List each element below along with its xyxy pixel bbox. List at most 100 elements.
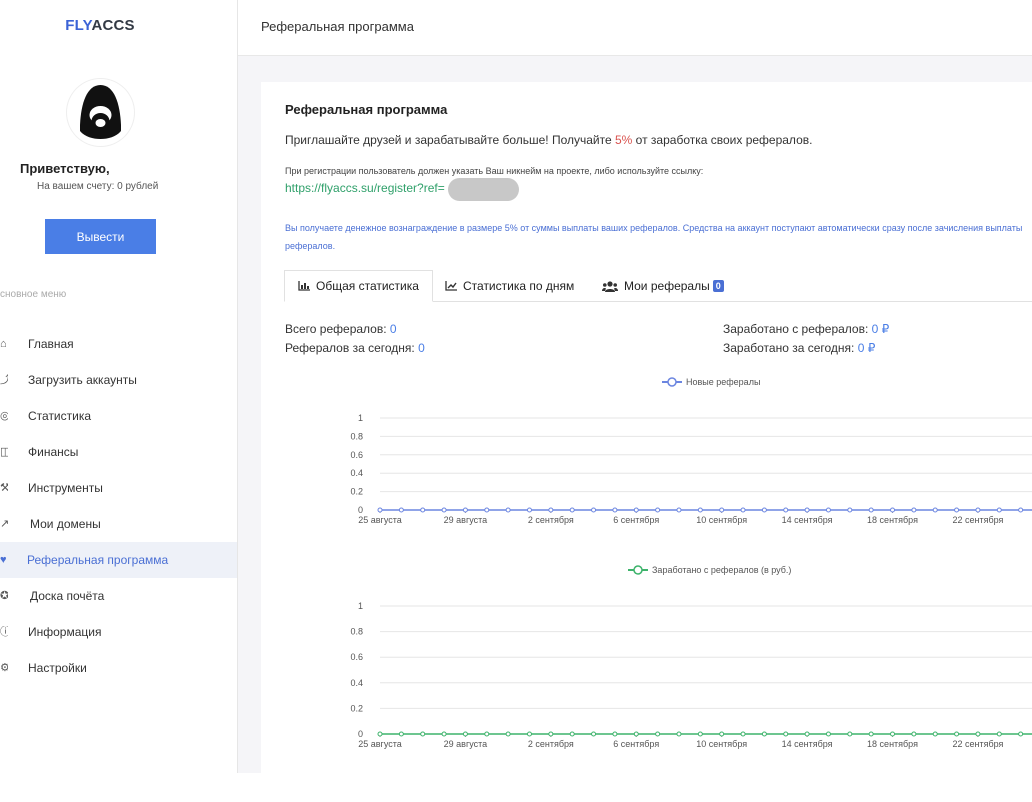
earned-chart: Заработано с рефералов (в руб.) 0 0.2 0.4 0.… <box>350 565 1032 749</box>
x-tick-label: 18 сентября <box>867 515 918 525</box>
data-point[interactable] <box>911 731 917 737</box>
earned-today: Заработано за сегодня: 0 ₽ <box>723 341 875 355</box>
data-point[interactable] <box>975 731 981 737</box>
data-point[interactable] <box>783 731 789 737</box>
data-point[interactable] <box>569 507 575 513</box>
data-point[interactable] <box>398 731 404 737</box>
data-point[interactable] <box>847 507 853 513</box>
data-point[interactable] <box>996 507 1002 513</box>
data-point[interactable] <box>420 507 426 513</box>
data-point[interactable] <box>868 731 874 737</box>
data-point[interactable] <box>890 507 896 513</box>
data-point[interactable] <box>954 731 960 737</box>
data-point[interactable] <box>847 731 853 737</box>
data-point[interactable] <box>377 731 383 737</box>
data-point[interactable] <box>1018 731 1024 737</box>
tab-label: Статистика по дням <box>463 279 575 293</box>
data-point[interactable] <box>932 731 938 737</box>
y-tick-label: 1 <box>358 601 363 611</box>
sidebar-item-referral[interactable]: ♥ Реферальная программа <box>0 542 237 578</box>
data-point[interactable] <box>975 507 981 513</box>
data-point[interactable] <box>676 731 682 737</box>
x-tick-label: 10 сентября <box>696 739 747 749</box>
sidebar-item-settings[interactable]: ⚙ Настройки <box>0 650 237 686</box>
data-point[interactable] <box>804 507 810 513</box>
data-point[interactable] <box>697 507 703 513</box>
data-point[interactable] <box>655 507 661 513</box>
brand-logo[interactable]: FLYACCS <box>0 17 200 34</box>
data-point[interactable] <box>612 731 618 737</box>
data-point[interactable] <box>420 731 426 737</box>
data-point[interactable] <box>548 731 554 737</box>
tab-my-referrals[interactable]: Мои рефералы 0 <box>602 270 724 302</box>
data-point[interactable] <box>462 507 468 513</box>
data-point[interactable] <box>398 507 404 513</box>
data-point[interactable] <box>932 507 938 513</box>
sidebar-item-honor[interactable]: ✪ Доска почёта <box>0 578 237 614</box>
sidebar-item-upload[interactable]: ⤴ Загрузить аккаунты <box>0 362 237 398</box>
data-point[interactable] <box>911 507 917 513</box>
x-tick-label: 22 сентября <box>952 739 1003 749</box>
settings-icon: ⚙ <box>0 662 8 674</box>
data-point[interactable] <box>484 731 490 737</box>
x-tick-label: 29 августа <box>444 515 488 525</box>
tab-daily-stats[interactable]: Статистика по дням <box>445 270 574 302</box>
data-point[interactable] <box>804 731 810 737</box>
data-point[interactable] <box>505 507 511 513</box>
avatar[interactable] <box>67 79 134 146</box>
data-point[interactable] <box>484 507 490 513</box>
data-point[interactable] <box>655 731 661 737</box>
data-point[interactable] <box>612 507 618 513</box>
y-tick-label: 0.4 <box>350 468 363 478</box>
stat-label: Всего рефералов: <box>285 322 390 336</box>
data-point[interactable] <box>633 731 639 737</box>
data-point[interactable] <box>1018 507 1024 513</box>
data-point[interactable] <box>462 731 468 737</box>
data-point[interactable] <box>761 507 767 513</box>
data-point[interactable] <box>783 507 789 513</box>
data-point[interactable] <box>825 731 831 737</box>
data-point[interactable] <box>548 507 554 513</box>
invite-text: Приглашайте друзей и зарабатывайте больш… <box>285 133 812 147</box>
data-point[interactable] <box>591 731 597 737</box>
data-point[interactable] <box>996 731 1002 737</box>
sidebar-item-tools[interactable]: ⚒ Инструменты <box>0 470 237 506</box>
data-point[interactable] <box>740 507 746 513</box>
data-point[interactable] <box>740 731 746 737</box>
withdraw-button[interactable]: Вывести <box>45 219 156 254</box>
data-point[interactable] <box>591 507 597 513</box>
data-point[interactable] <box>633 507 639 513</box>
data-point[interactable] <box>377 507 383 513</box>
data-point[interactable] <box>697 731 703 737</box>
data-point[interactable] <box>761 731 767 737</box>
data-point[interactable] <box>719 507 725 513</box>
invite-pre: Приглашайте друзей и зарабатывайте больш… <box>285 133 615 147</box>
data-point[interactable] <box>441 507 447 513</box>
sidebar-item-home[interactable]: ⌂ Главная <box>0 326 237 362</box>
data-point[interactable] <box>676 507 682 513</box>
sidebar-item-domains[interactable]: ↗ Мои домены <box>0 506 237 542</box>
registration-note: При регистрации пользователь должен указ… <box>285 166 704 176</box>
sidebar-item-stats[interactable]: ◎ Статистика <box>0 398 237 434</box>
sidebar-item-label: Реферальная программа <box>27 553 169 567</box>
tab-label: Общая статистика <box>316 279 419 293</box>
sidebar-item-finance[interactable]: ◫ Финансы <box>0 434 237 470</box>
data-point[interactable] <box>825 507 831 513</box>
x-tick-label: 18 сентября <box>867 739 918 749</box>
sidebar-item-info[interactable]: ⓘ Информация <box>0 614 237 650</box>
upload-icon: ⤴ <box>0 374 8 386</box>
data-point[interactable] <box>526 507 532 513</box>
data-point[interactable] <box>719 731 725 737</box>
data-point[interactable] <box>954 507 960 513</box>
data-point[interactable] <box>868 507 874 513</box>
data-point[interactable] <box>890 731 896 737</box>
data-point[interactable] <box>441 731 447 737</box>
referral-link[interactable]: https://flyaccs.su/register?ref= <box>285 181 445 195</box>
data-point[interactable] <box>569 731 575 737</box>
chart-legend[interactable]: Заработано с рефералов (в руб.) <box>628 565 791 575</box>
tab-general-stats[interactable]: Общая статистика <box>284 270 433 302</box>
chart-legend[interactable]: Новые рефералы <box>662 377 760 387</box>
data-point[interactable] <box>505 731 511 737</box>
data-point[interactable] <box>526 731 532 737</box>
y-tick-label: 1 <box>358 413 363 423</box>
